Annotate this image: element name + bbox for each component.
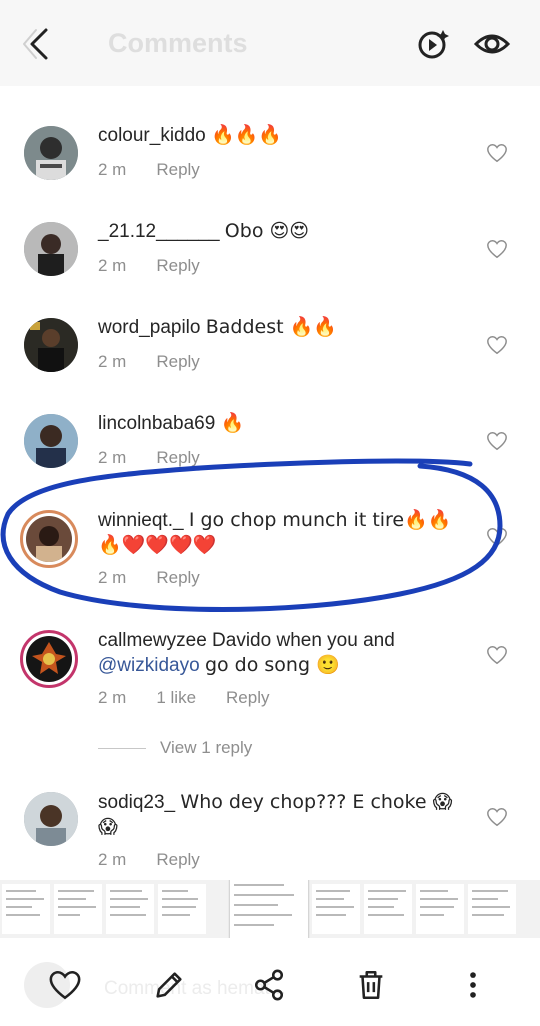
comment-time: 2 m <box>98 256 127 275</box>
thumbnail[interactable] <box>2 884 50 934</box>
like-heart-icon[interactable] <box>486 430 508 452</box>
comment-meta: 2 m Reply <box>98 160 200 180</box>
comment-body: lincolnbaba69 🔥 <box>98 411 468 436</box>
like-heart-icon[interactable] <box>486 526 508 548</box>
thumbnail[interactable] <box>364 884 412 934</box>
comment-text: Obo 😍😍 <box>224 220 310 242</box>
like-heart-icon[interactable] <box>486 644 508 666</box>
reply-button[interactable]: Reply <box>226 688 269 708</box>
view-replies-label: View 1 reply <box>160 738 253 757</box>
avatar[interactable] <box>24 414 78 468</box>
comment-meta: 2 m Reply <box>98 352 200 372</box>
bottom-toolbar: Comment as hemat... <box>0 940 540 1026</box>
comment-text: Davido when you and <box>212 630 395 651</box>
comment-username[interactable]: winnieqt._ <box>98 510 184 531</box>
thumbnail[interactable] <box>312 884 360 934</box>
comment-time: 2 m <box>98 688 127 707</box>
comment-time: 2 m <box>98 448 127 467</box>
likes-count[interactable]: 1 like <box>156 688 196 708</box>
trash-icon[interactable] <box>354 968 388 1002</box>
view-replies-button[interactable]: View 1 reply <box>98 738 252 758</box>
comment-meta: 2 m Reply <box>98 448 200 468</box>
like-heart-icon[interactable] <box>486 142 508 164</box>
comment-meta: 2 m Reply <box>98 256 200 276</box>
comment-time: 2 m <box>98 352 127 371</box>
avatar[interactable] <box>20 510 78 568</box>
reply-button[interactable]: Reply <box>156 256 199 276</box>
reply-button[interactable]: Reply <box>156 352 199 372</box>
comment-time: 2 m <box>98 160 127 179</box>
thumbnail[interactable] <box>158 884 206 934</box>
comment-username[interactable]: word_papilo <box>98 317 200 338</box>
pencil-icon[interactable] <box>152 968 186 1002</box>
reply-button[interactable]: Reply <box>156 850 199 870</box>
share-icon[interactable] <box>252 968 286 1002</box>
comment-text: 🔥 <box>220 412 245 434</box>
header-bar: Comments <box>0 0 540 86</box>
like-heart-icon[interactable] <box>486 806 508 828</box>
like-heart-icon[interactable] <box>486 238 508 260</box>
more-icon[interactable] <box>456 968 490 1002</box>
comment-text-end: go do song 🙂 <box>204 654 340 676</box>
divider <box>98 748 146 750</box>
comment-meta: 2 m 1 like Reply <box>98 688 270 708</box>
comment-body: callmewyzee Davido when you and @wizkida… <box>98 628 468 678</box>
like-heart-icon[interactable] <box>486 334 508 356</box>
comment-username[interactable]: _21.12______ <box>98 221 220 242</box>
comment-time: 2 m <box>98 568 127 587</box>
comment-body: winnieqt._ I go chop munch it tire🔥🔥🔥❤️❤… <box>98 508 458 558</box>
comment-time: 2 m <box>98 850 127 869</box>
view-button[interactable] <box>472 24 512 64</box>
comment-body: _21.12______ Obo 😍😍 <box>98 219 468 244</box>
comment-meta: 2 m Reply <box>98 850 200 870</box>
avatar[interactable] <box>24 318 78 372</box>
comment-username[interactable]: lincolnbaba69 <box>98 413 215 434</box>
comment-username[interactable]: colour_kiddo <box>98 125 206 146</box>
avatar[interactable] <box>24 126 78 180</box>
thumbnail[interactable] <box>468 884 516 934</box>
reply-button[interactable]: Reply <box>156 448 199 468</box>
comment-username[interactable]: callmewyzee <box>98 630 207 651</box>
reply-button[interactable]: Reply <box>156 160 199 180</box>
comment-body: word_papilo Baddest 🔥🔥 <box>98 315 468 340</box>
comment-body: colour_kiddo 🔥🔥🔥 <box>98 123 468 148</box>
avatar[interactable] <box>24 792 78 846</box>
avatar[interactable] <box>20 630 78 688</box>
comment-body: sodiq23_ Who dey chop??? E choke 😱😱 <box>98 790 468 840</box>
reply-button[interactable]: Reply <box>156 568 199 588</box>
arrow-left-icon <box>23 28 48 60</box>
thumbnail-strip <box>0 880 540 938</box>
back-button[interactable] <box>20 24 64 64</box>
comment-meta: 2 m Reply <box>98 568 200 588</box>
thumbnail-active[interactable] <box>230 880 308 938</box>
thumbnail[interactable] <box>54 884 102 934</box>
sparkle-play-icon <box>418 30 449 59</box>
comment-text: 🔥🔥🔥 <box>211 124 283 146</box>
comment-username[interactable]: sodiq23_ <box>98 792 175 813</box>
comment-text: Baddest 🔥🔥 <box>205 316 337 338</box>
eye-icon <box>473 34 511 54</box>
page-title: Comments <box>108 28 248 58</box>
thumbnail[interactable] <box>106 884 154 934</box>
thumbnail[interactable] <box>416 884 464 934</box>
mention-link[interactable]: @wizkidayo <box>98 655 200 676</box>
effects-button[interactable] <box>412 24 452 64</box>
heart-icon[interactable] <box>48 968 82 1002</box>
avatar[interactable] <box>24 222 78 276</box>
